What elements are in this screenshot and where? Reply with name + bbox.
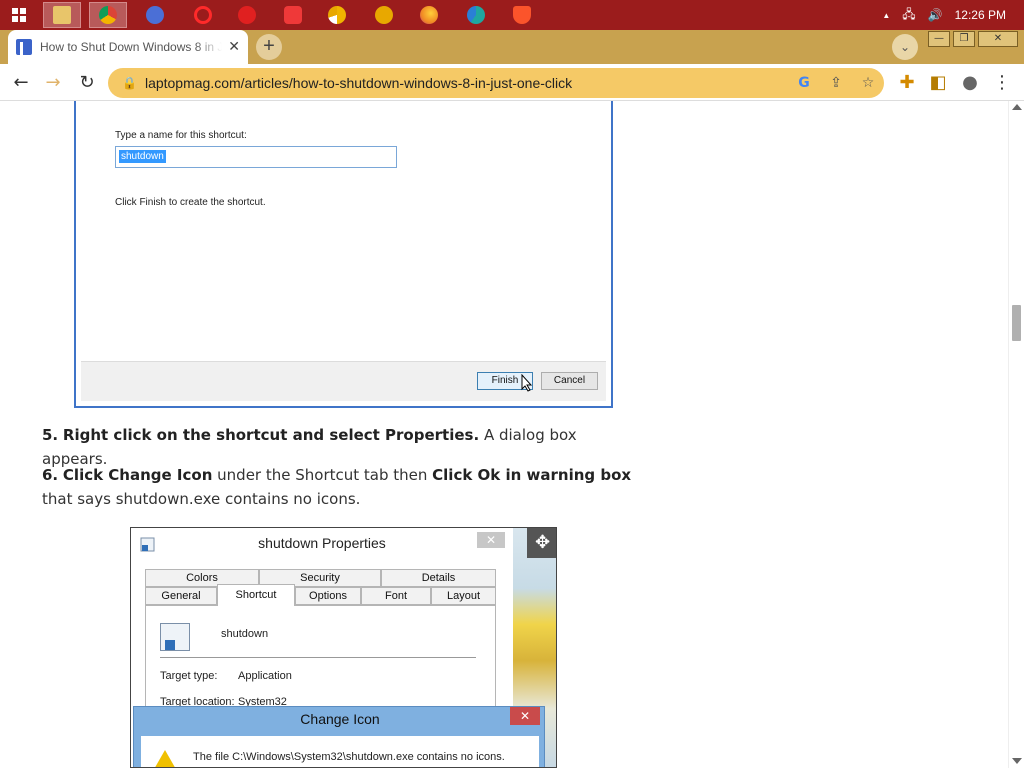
brave-icon (513, 6, 531, 24)
taskbar-chrome[interactable] (89, 2, 127, 28)
side-panel-icon[interactable]: ◧ (925, 70, 951, 96)
clock[interactable]: 12:26 PM (955, 8, 1006, 22)
cancel-button: Cancel (541, 372, 598, 390)
step-5-bold: Right click on the shortcut and select P… (62, 426, 480, 444)
step-6-rest: that says shutdown.exe contains no icons… (42, 490, 361, 508)
change-icon-message: The file C:\Windows\System32\shutdown.ex… (193, 751, 505, 763)
taskbar-chrome-canary[interactable] (318, 2, 356, 28)
wizard-footer: Finish Cancel (81, 361, 606, 401)
menu-kebab-icon[interactable]: ⋮ (989, 70, 1015, 96)
target-type-label: Target type: (160, 670, 218, 682)
properties-title: shutdown Properties (258, 535, 386, 551)
system-tray: ▲ 🖧 🔊 12:26 PM (870, 0, 1024, 30)
taskbar-firefox[interactable] (410, 2, 448, 28)
scroll-down-arrow-icon[interactable] (1012, 758, 1022, 764)
close-window-button[interactable]: ✕ (978, 31, 1018, 47)
windows-start-icon (12, 8, 26, 22)
tab-general: General (145, 587, 217, 605)
file-explorer-icon (53, 6, 71, 24)
network-icon[interactable]: 🖧 (902, 5, 915, 26)
vivaldi-icon (284, 6, 302, 24)
properties-titlebar: shutdown Properties ✕ (131, 528, 513, 560)
step-6-bold-2: Click Ok in warning box (432, 466, 632, 484)
chrome-beta-icon (375, 6, 393, 24)
new-tab-button[interactable]: + (256, 34, 282, 60)
change-icon-close-icon: ✕ (510, 707, 540, 725)
minimize-button[interactable]: — (928, 31, 950, 47)
opera-icon (194, 6, 212, 24)
chrome-icon (99, 6, 117, 24)
shortcut-name-field: shutdown (115, 146, 397, 168)
browser-toolbar: ← → ↻ 🔒 laptopmag.com/articles/how-to-sh… (0, 64, 1024, 101)
divider (160, 657, 476, 658)
tab-options: Options (295, 587, 361, 605)
browser-tab-active[interactable]: How to Shut Down Windows 8 in Just One C… (8, 30, 248, 64)
shortcut-name: shutdown (221, 628, 269, 640)
chevron-down-icon: ⌄ (899, 40, 911, 54)
opera-gx-icon (238, 6, 256, 24)
chrome-canary-icon (328, 6, 346, 24)
forward-button[interactable]: → (40, 70, 66, 96)
step-5-number: 5. (42, 426, 59, 444)
tab-strip: How to Shut Down Windows 8 in Just One C… (0, 30, 1024, 64)
extensions-puzzle-icon[interactable]: ✚ (894, 70, 920, 96)
lock-icon[interactable]: 🔒 (122, 76, 137, 90)
taskbar-app-globe[interactable] (136, 2, 174, 28)
shortcut-file-icon (160, 623, 190, 651)
taskbar-opera-gx[interactable] (228, 2, 266, 28)
taskbar-chrome-beta[interactable] (365, 2, 403, 28)
tab-layout: Layout (431, 587, 496, 605)
laptopmag-favicon-icon (16, 39, 32, 55)
app-globe-icon (146, 6, 164, 24)
finish-hint: Click Finish to create the shortcut. (115, 197, 266, 208)
page-scrollbar[interactable] (1008, 101, 1024, 768)
step-6-bold-1: Click Change Icon (62, 466, 213, 484)
tab-font: Font (361, 587, 431, 605)
taskbar-opera[interactable] (184, 2, 222, 28)
step-6-number: 6. (42, 466, 59, 484)
shortcut-name-value: shutdown (119, 150, 166, 163)
target-type-value: Application (238, 670, 292, 682)
properties-close-icon: ✕ (477, 532, 505, 548)
tab-close-icon[interactable]: ✕ (228, 39, 240, 55)
wizard-body: Type a name for this shortcut: shutdown … (81, 101, 606, 401)
tab-details: Details (381, 569, 496, 587)
firefox-icon (420, 6, 438, 24)
windows-start-button[interactable] (0, 2, 38, 28)
scrollbar-thumb[interactable] (1012, 305, 1021, 341)
article-image-shutdown-properties: shutdown Properties ✕ ✥ Colors Security … (130, 527, 557, 768)
tray-overflow-chevron-icon[interactable]: ▲ (882, 11, 890, 20)
edge-icon (467, 6, 485, 24)
restore-button[interactable]: ❐ (953, 31, 975, 47)
bookmark-star-icon[interactable]: ☆ (852, 75, 884, 91)
volume-icon[interactable]: 🔊 (928, 8, 943, 22)
page-content: Type a name for this shortcut: shutdown … (0, 101, 1008, 768)
url-text[interactable]: laptopmag.com/articles/how-to-shutdown-w… (145, 75, 788, 91)
taskbar-edge[interactable] (457, 2, 495, 28)
change-icon-title: Change Icon (300, 711, 380, 727)
step-6-paragraph: 6. Click Change Icon under the Shortcut … (42, 463, 642, 511)
taskbar-vivaldi[interactable] (274, 2, 312, 28)
shortcut-name-prompt: Type a name for this shortcut: (115, 130, 247, 141)
back-button[interactable]: ← (8, 70, 34, 96)
taskbar-brave[interactable] (503, 2, 541, 28)
tab-title: How to Shut Down Windows 8 in Just One C… (40, 40, 223, 54)
change-icon-dialog: Change Icon ✕ The file C:\Windows\System… (133, 706, 545, 767)
share-icon[interactable]: ⇪ (820, 75, 852, 91)
tab-search-button[interactable]: ⌄ (892, 34, 918, 60)
google-lens-icon[interactable]: G (788, 75, 820, 91)
mouse-cursor-icon (521, 374, 533, 392)
profile-avatar-icon[interactable]: ● (957, 70, 983, 96)
article-image-create-shortcut: Type a name for this shortcut: shutdown … (74, 101, 613, 408)
warning-icon (153, 750, 177, 767)
taskbar-file-explorer[interactable] (43, 2, 81, 28)
scroll-up-arrow-icon[interactable] (1012, 104, 1022, 110)
tab-shortcut: Shortcut (217, 584, 295, 606)
address-bar[interactable]: 🔒 laptopmag.com/articles/how-to-shutdown… (108, 68, 884, 98)
taskbar: ▲ 🖧 🔊 12:26 PM (0, 0, 1024, 30)
move-arrows-icon: ✥ (527, 528, 556, 558)
step-6-mid: under the Shortcut tab then (212, 466, 433, 484)
reload-button[interactable]: ↻ (74, 70, 100, 96)
change-icon-body: The file C:\Windows\System32\shutdown.ex… (141, 736, 539, 767)
